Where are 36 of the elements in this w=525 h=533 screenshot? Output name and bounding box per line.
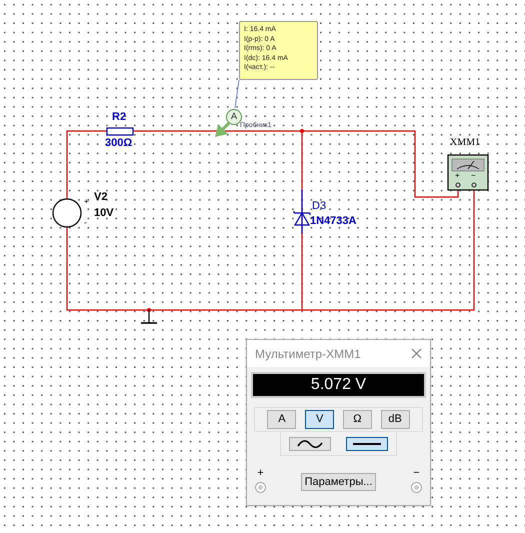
component-value: 10V [94,208,114,219]
mode-button[interactable]: V [305,410,334,429]
plus-sign: + [257,468,264,479]
plus-sign: + [455,172,460,180]
minus-sign: − [471,172,476,180]
settings-button[interactable]: Параметры... [300,473,376,491]
mode-button[interactable]: dB [380,410,410,429]
readout-display: 5.072 V [251,372,426,398]
minus-sign: - [84,219,87,227]
sine-wave-icon [296,438,323,448]
component-name: D3 [312,201,326,212]
plus-sign: + [84,198,89,206]
close-icon[interactable] [411,348,422,359]
ground-symbol [141,310,157,324]
terminal-jack[interactable] [255,482,266,493]
straight-line-icon [353,442,382,446]
junction-dot [300,129,304,133]
minus-sign: − [413,468,420,479]
component-value: 300Ω [105,138,132,149]
signal-type-button[interactable] [288,436,331,450]
probe-arrow-icon [216,122,230,136]
zener-diode-symbol [293,190,311,234]
resistor-symbol [106,127,134,136]
component-name: R2 [112,112,126,123]
multimeter-symbol [447,154,489,191]
mode-button[interactable]: Ω [342,410,372,429]
component-value: 1N4733A [310,216,356,227]
component-name: XMM1 [450,138,480,148]
window-title: Мультиметр-XMM1 [255,346,361,362]
component-name: V2 [94,192,108,203]
signal-type-button[interactable] [346,436,388,450]
mode-button[interactable]: A [267,410,296,429]
voltage-source-symbol [52,198,82,228]
terminal-jack[interactable] [411,482,422,493]
leader-line [234,80,240,108]
junction-dot [147,308,151,312]
